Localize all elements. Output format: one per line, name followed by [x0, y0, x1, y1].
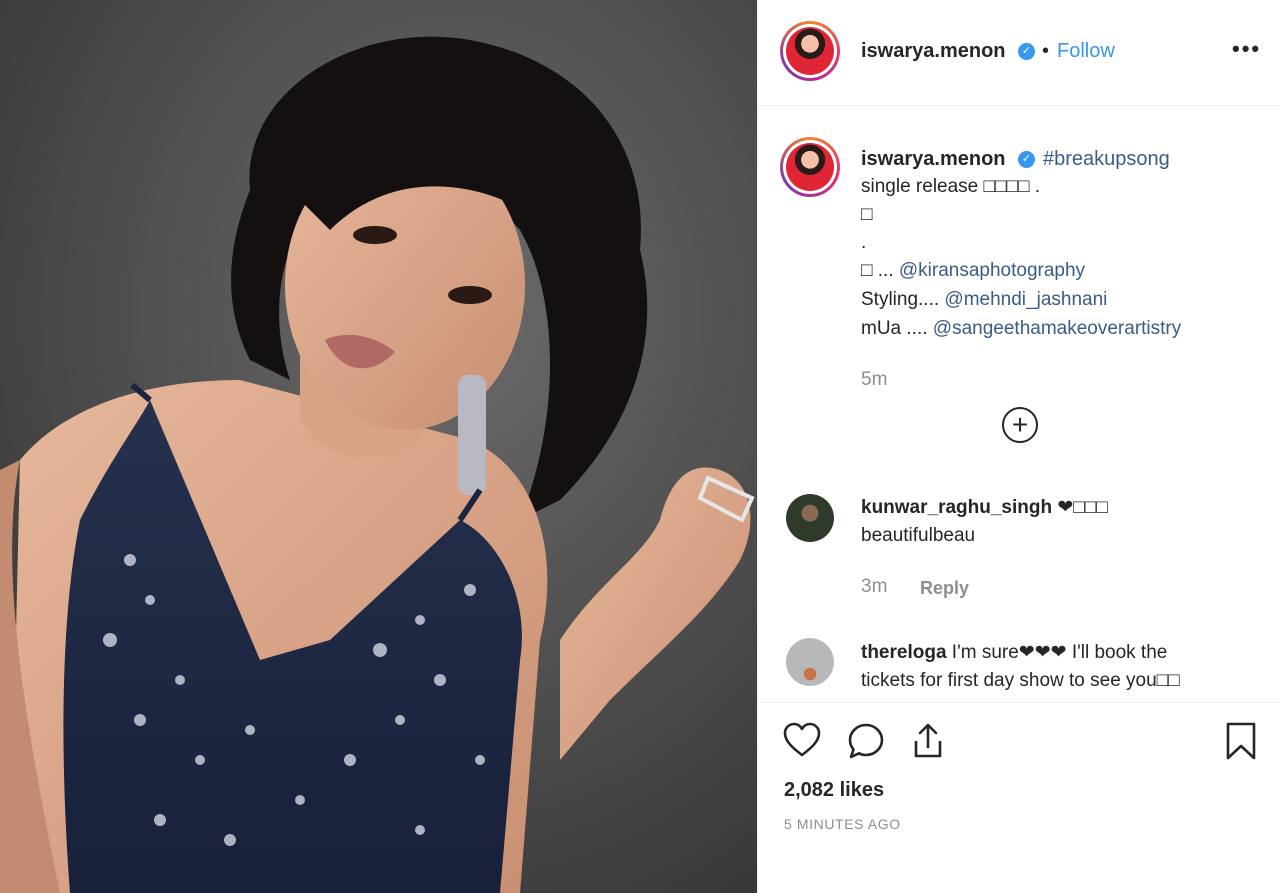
caption-hashtag[interactable]: #breakupsong	[1043, 148, 1170, 171]
caption-profile-photo	[786, 143, 834, 191]
likes-count[interactable]: 2,082 likes	[784, 779, 884, 802]
caption-username[interactable]: iswarya.menon	[861, 148, 1006, 171]
share-icon[interactable]	[908, 721, 948, 766]
comment-icon[interactable]	[846, 721, 886, 766]
comment-username[interactable]: kunwar_raghu_singh	[861, 497, 1052, 518]
caption-line: single release □□□□ .	[861, 176, 1040, 197]
commenter-avatar[interactable]	[786, 494, 834, 542]
plus-circle-icon: +	[1011, 409, 1029, 440]
comment-header: kunwar_raghu_singh ❤□□□	[861, 496, 1108, 519]
caption-line-prefix: □ ...	[861, 260, 899, 281]
caption-verified-badge-icon: ✓	[1018, 151, 1035, 168]
comment-text: tickets for first day show to see you□□	[861, 670, 1180, 691]
comment-text: beautifulbeau	[861, 525, 976, 546]
caption-timestamp: 5m	[861, 369, 888, 390]
post-header: iswarya.menon ✓ • Follow •••	[758, 0, 1280, 106]
verified-badge-icon: ✓	[1018, 43, 1035, 60]
mention-link[interactable]: @sangeethamakeoverartistry	[933, 318, 1181, 339]
caption-line: .	[861, 232, 867, 253]
commenter-avatar[interactable]	[786, 638, 834, 686]
follow-button[interactable]: Follow	[1057, 40, 1115, 63]
post-actions-bar: 2,082 likes 5 MINUTES AGO	[758, 702, 1280, 893]
comment-header: thereloga I'm sure❤❤❤ I'll book the	[861, 641, 1167, 664]
bookmark-icon[interactable]	[1224, 721, 1258, 766]
header-separator: •	[1042, 40, 1050, 62]
post-photo[interactable]	[0, 0, 757, 893]
heart-icon[interactable]	[782, 721, 822, 764]
caption-line-prefix: mUa ....	[861, 318, 933, 339]
reply-button[interactable]: Reply	[920, 578, 969, 599]
caption-line-styling: Styling.... @mehndi_jashnani	[861, 289, 1107, 311]
caption-line-prefix: Styling....	[861, 289, 945, 310]
post-age: 5 MINUTES AGO	[784, 816, 901, 832]
comment-inline-text: I'm sure❤❤❤ I'll book the	[946, 642, 1168, 663]
post-side-panel: iswarya.menon ✓ • Follow ••• iswarya.men…	[757, 0, 1280, 893]
caption-line: □	[861, 204, 873, 225]
mention-link[interactable]: @kiransaphotography	[899, 260, 1085, 281]
comment-inline-text: ❤□□□	[1052, 497, 1108, 518]
post-photo-illustration	[0, 0, 757, 893]
comment-username[interactable]: thereloga	[861, 642, 947, 663]
profile-photo	[786, 27, 834, 75]
caption-avatar[interactable]	[780, 137, 840, 197]
header-username[interactable]: iswarya.menon	[861, 40, 1006, 63]
comment-timestamp: 3m	[861, 576, 888, 597]
load-more-comments-button[interactable]: +	[1002, 407, 1038, 443]
mention-link[interactable]: @mehndi_jashnani	[944, 289, 1107, 310]
caption-line-photography: □ ... @kiransaphotography	[861, 260, 1085, 282]
more-options-icon[interactable]: •••	[1232, 36, 1261, 62]
profile-avatar[interactable]	[780, 21, 840, 81]
caption-line-makeup: mUa .... @sangeethamakeoverartistry	[861, 318, 1181, 340]
